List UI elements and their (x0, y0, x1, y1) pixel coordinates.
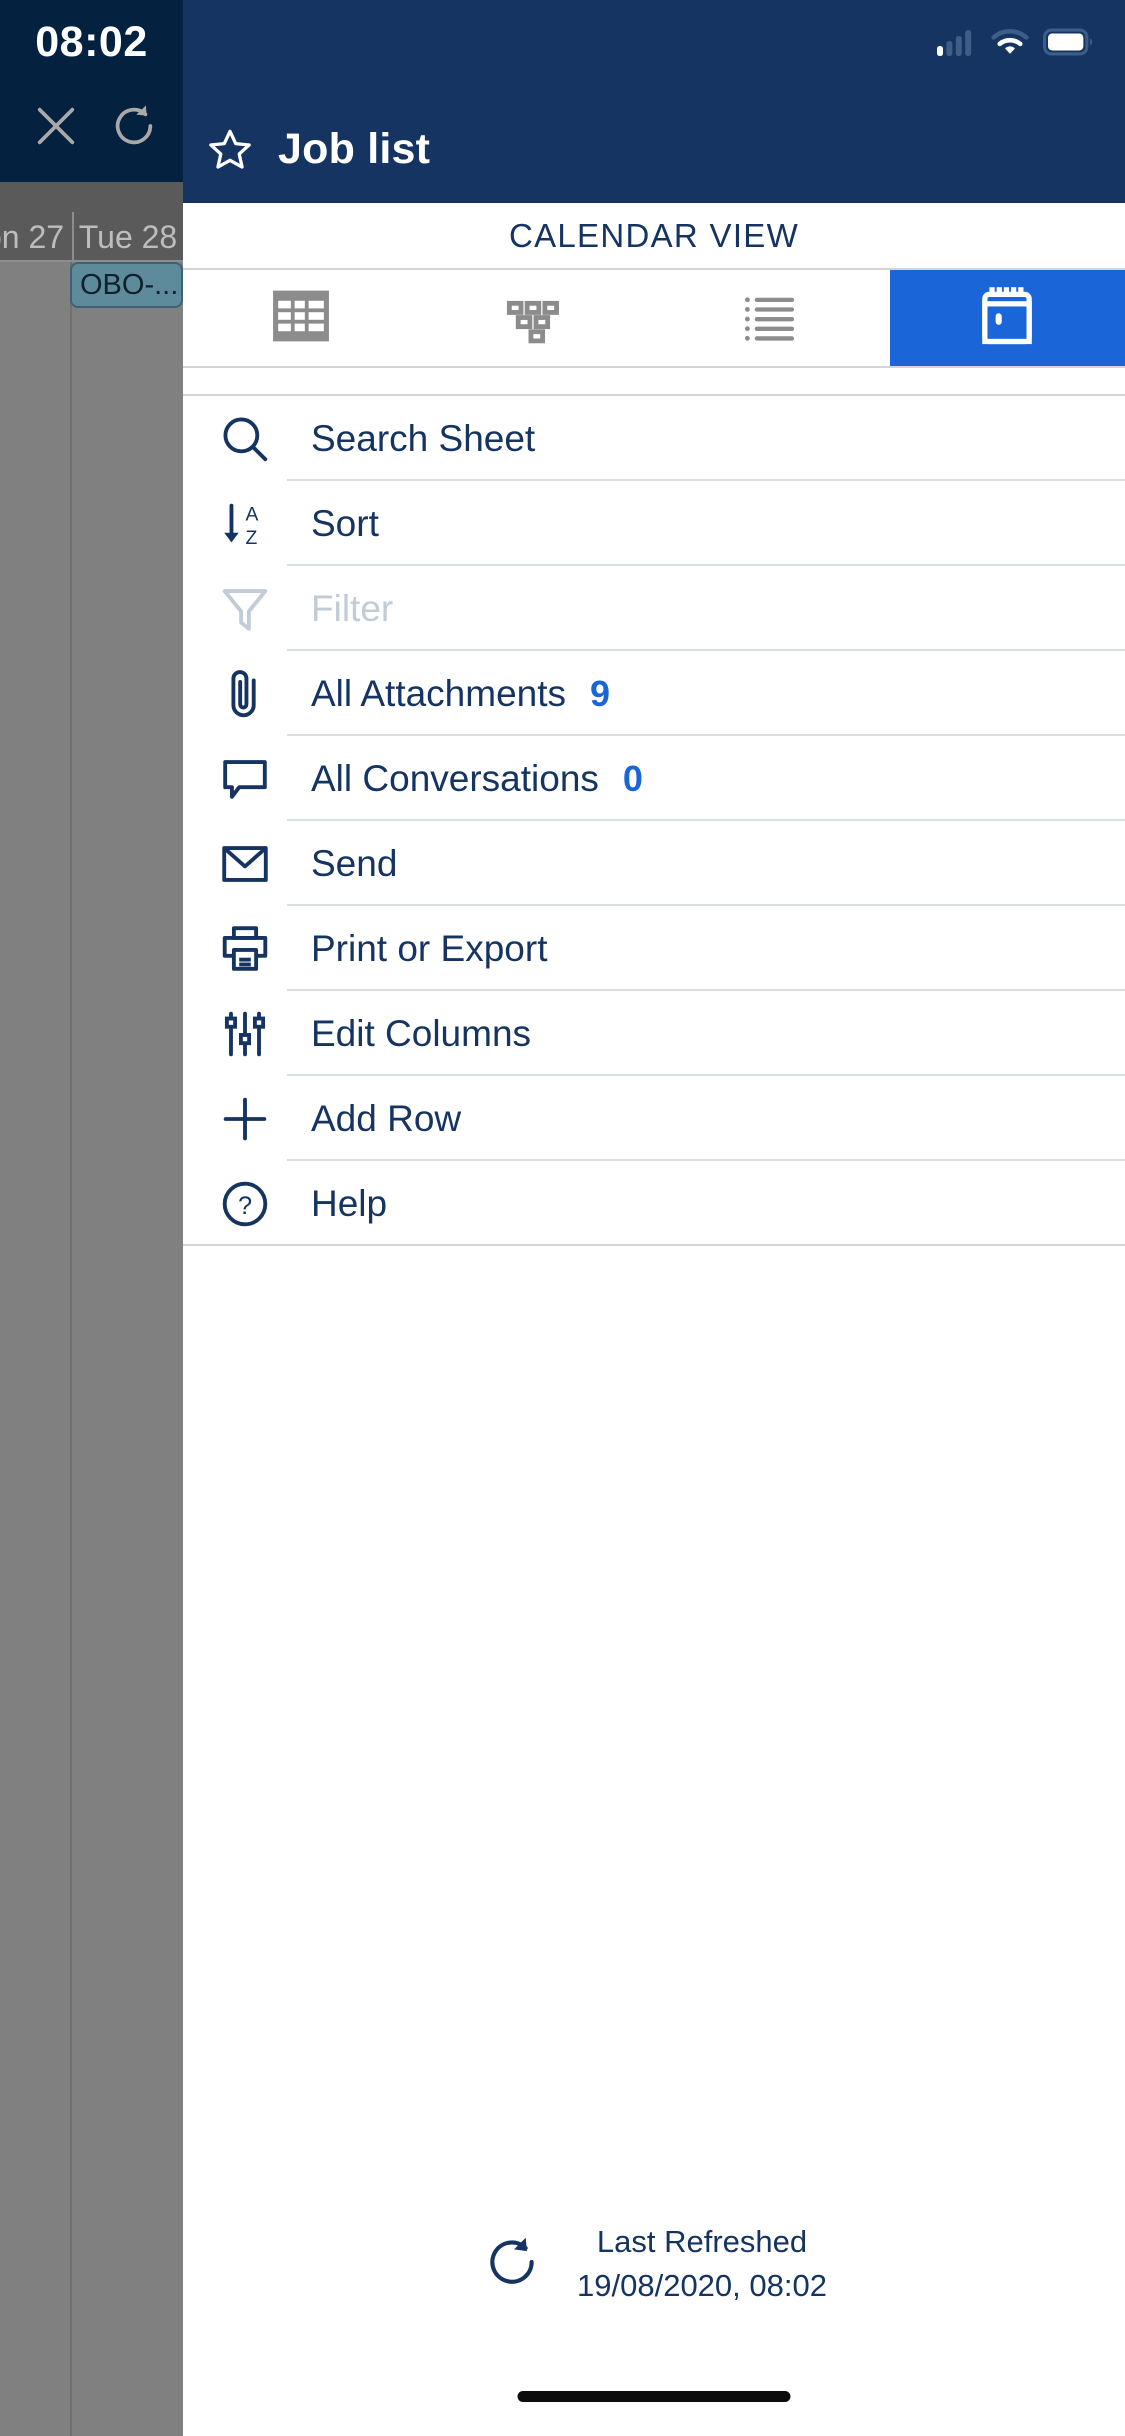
plus-icon (209, 1089, 281, 1149)
menu-item-label: Filter (311, 587, 394, 629)
grid-icon (268, 283, 334, 354)
menu-item-label: Edit Columns (311, 1012, 532, 1054)
home-indicator[interactable] (517, 2391, 791, 2402)
tab-calendar-view[interactable] (889, 270, 1125, 366)
comment-icon (209, 749, 281, 809)
background-nav-icons (0, 98, 183, 168)
svg-text:Z: Z (245, 527, 257, 548)
paperclip-icon (209, 664, 281, 724)
envelope-icon (209, 834, 281, 894)
list-icon (739, 283, 805, 354)
menu-item-label: All Conversations (311, 757, 599, 799)
menu-item-send[interactable]: Send (183, 821, 1125, 906)
menu-item-label: Send (311, 842, 398, 884)
background-column-separator (70, 262, 72, 2436)
menu-item-all-attachments[interactable]: All Attachments 9 (183, 651, 1125, 736)
menu-divider (183, 1244, 1125, 1246)
panel-header: Job list (183, 0, 1125, 203)
background-date-cell: on 27 (0, 219, 65, 255)
last-refreshed-label: Last Refreshed (596, 2224, 808, 2259)
menu-item-label: Print or Export (311, 927, 548, 969)
screen: 08:02 on 27 Tue 28 OBO-... (0, 0, 1125, 2436)
background-toolbar-strip (0, 182, 183, 212)
tab-list-view[interactable] (654, 270, 890, 366)
panel-spacer-band (183, 368, 1125, 396)
menu-item-filter[interactable]: Filter (183, 566, 1125, 651)
background-date-header-row: on 27 Tue 28 (0, 212, 183, 262)
menu-item-label: Help (311, 1182, 388, 1224)
clock: 08:02 (35, 18, 148, 66)
question-circle-icon: ? (209, 1174, 281, 1234)
background-date-cell: Tue 28 (72, 212, 182, 262)
last-refreshed-row[interactable]: Last Refreshed 19/08/2020, 08:02 (183, 2220, 1125, 2308)
menu-item-add-row[interactable]: Add Row (183, 1076, 1125, 1161)
background-event-chip: OBO-... (70, 262, 183, 308)
menu-item-search-sheet[interactable]: Search Sheet (183, 396, 1125, 481)
tab-card-view[interactable] (418, 270, 654, 366)
svg-text:A: A (245, 504, 258, 525)
last-refreshed-value: 19/08/2020, 08:02 (577, 2268, 827, 2304)
printer-icon (209, 919, 281, 979)
search-icon (209, 409, 281, 469)
sort-az-icon: A Z (209, 494, 281, 554)
menu-item-label: Add Row (311, 1097, 462, 1139)
menu-item-label: Sort (311, 502, 379, 544)
filter-icon (209, 579, 281, 639)
cellular-signal-icon (937, 28, 977, 61)
current-view-label: CALENDAR VIEW (508, 216, 800, 254)
card-board-icon (503, 283, 569, 354)
menu-item-edit-columns[interactable]: Edit Columns (183, 991, 1125, 1076)
menu-item-all-conversations[interactable]: All Conversations 0 (183, 736, 1125, 821)
last-refreshed-text: Last Refreshed 19/08/2020, 08:02 (577, 2220, 827, 2308)
battery-icon (1043, 28, 1093, 61)
reload-icon[interactable] (106, 98, 162, 154)
menu-item-label: Search Sheet (311, 417, 536, 459)
system-status-icons (937, 28, 1093, 61)
wifi-icon (991, 28, 1029, 61)
attachment-count-badge: 9 (590, 672, 611, 714)
menu-item-label: All Attachments (311, 672, 567, 714)
menu-item-print-or-export[interactable]: Print or Export (183, 906, 1125, 991)
sheet-action-menu: Search Sheet A Z Sort Filter All Attachm… (183, 396, 1125, 1246)
sheet-actions-panel: Job list CALENDAR VIEW Search Sheet A Z … (183, 0, 1125, 2436)
menu-item-sort[interactable]: A Z Sort (183, 481, 1125, 566)
conversation-count-badge: 0 (622, 757, 643, 799)
refresh-icon[interactable] (481, 2231, 543, 2298)
close-icon[interactable] (28, 98, 84, 154)
page-title: Job list (278, 124, 431, 173)
svg-text:?: ? (238, 1192, 252, 1220)
tab-grid-view[interactable] (183, 270, 419, 366)
view-tab-bar (183, 268, 1125, 366)
star-icon[interactable] (207, 126, 253, 172)
menu-item-help[interactable]: ? Help (183, 1161, 1125, 1246)
calendar-icon (971, 280, 1043, 357)
panel-title-row: Job list (183, 118, 1125, 180)
sliders-icon (209, 1004, 281, 1064)
